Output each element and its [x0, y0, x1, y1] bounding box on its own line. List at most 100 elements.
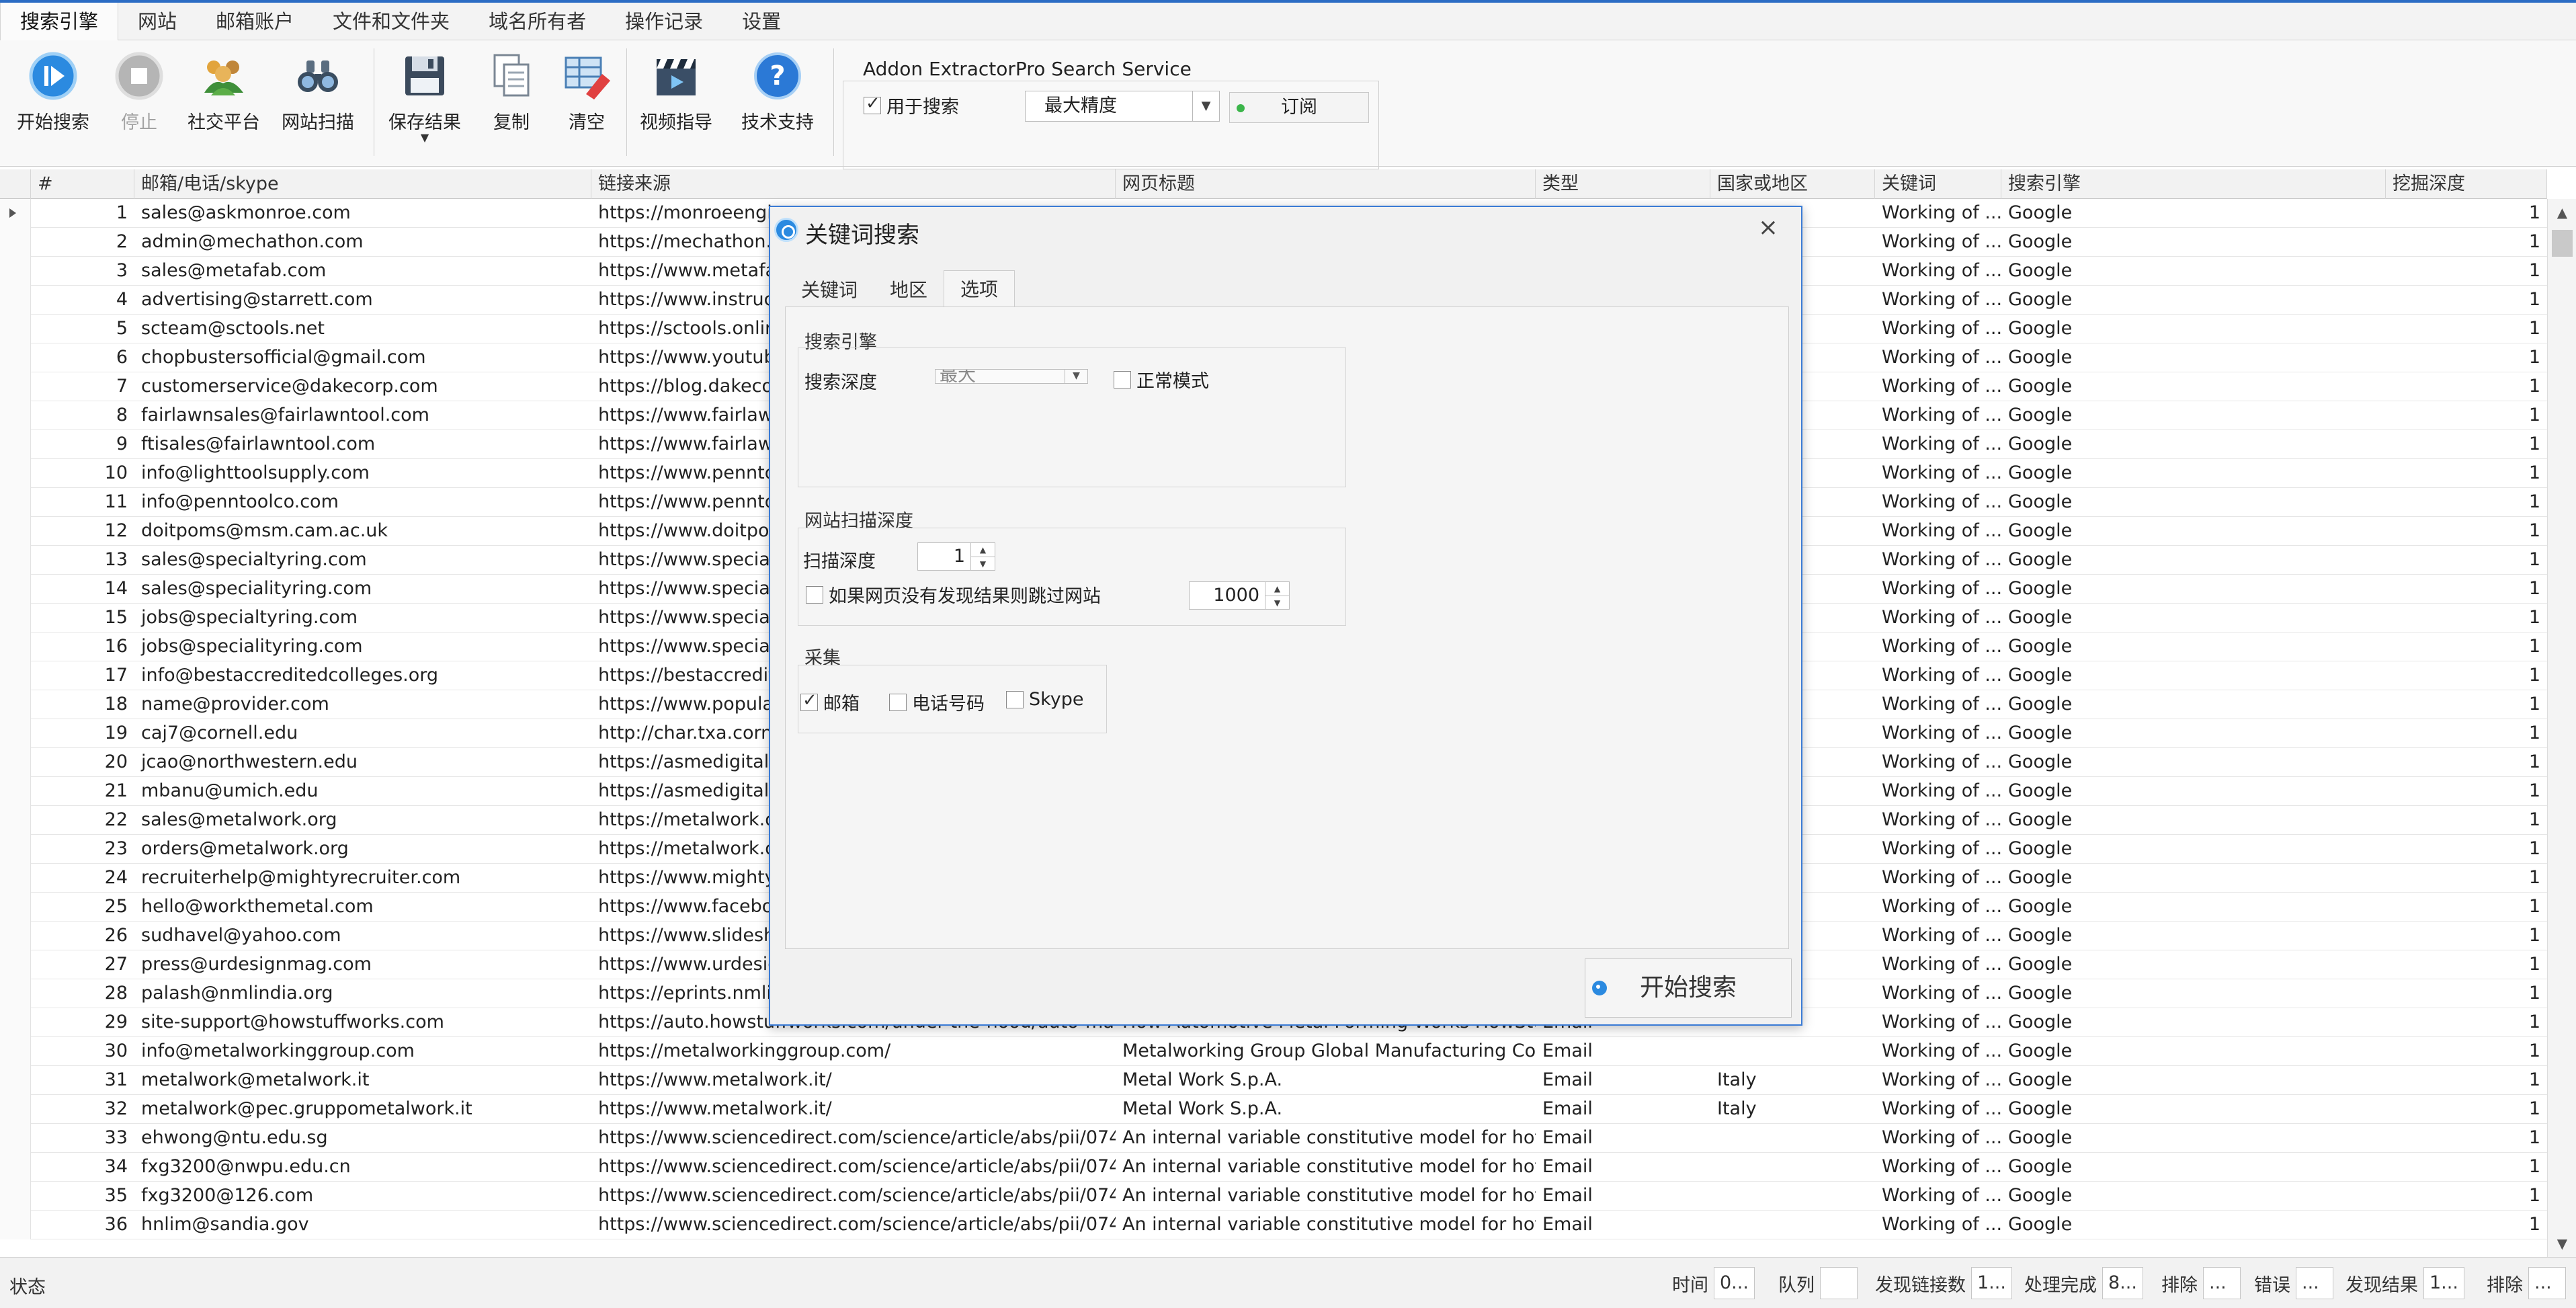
cell-index[interactable]: 27	[31, 950, 134, 979]
cell-depth[interactable]: 1	[2386, 864, 2547, 893]
table-row[interactable]: 35 fxg3200@126.com https://www.sciencedire…	[0, 1182, 2547, 1211]
row-selector[interactable]	[0, 690, 31, 719]
cell-depth[interactable]: 1	[2386, 893, 2547, 922]
start-search-button[interactable]: 开始搜索	[12, 51, 94, 134]
cell-email[interactable]: jcao@northwestern.edu	[134, 748, 591, 777]
cell-index[interactable]: 1	[31, 199, 134, 228]
col-keyword[interactable]: 关键词	[1875, 169, 2001, 199]
row-selector[interactable]	[0, 1037, 31, 1066]
cell-depth[interactable]: 1	[2386, 430, 2547, 459]
social-platform-button[interactable]: 社交平台	[183, 51, 265, 134]
cell-depth[interactable]: 1	[2386, 343, 2547, 372]
cell-depth[interactable]: 1	[2386, 1182, 2547, 1211]
cell-type[interactable]: Email	[1536, 1211, 1710, 1239]
cell-page-title[interactable]: An internal variable constitutive model …	[1116, 1211, 1536, 1239]
search-depth-select[interactable]: 最大 ▼	[935, 369, 1088, 384]
cell-engine[interactable]: Google	[2001, 517, 2386, 546]
row-selector[interactable]	[0, 430, 31, 459]
col-engine[interactable]: 搜索引擎	[2001, 169, 2386, 199]
cell-engine[interactable]: Google	[2001, 950, 2386, 979]
cell-engine[interactable]: Google	[2001, 1124, 2386, 1153]
cell-depth[interactable]: 1	[2386, 632, 2547, 661]
cell-engine[interactable]: Google	[2001, 1211, 2386, 1239]
row-selector[interactable]	[0, 835, 31, 864]
cell-email[interactable]: mbanu@umich.edu	[134, 777, 591, 806]
cell-email[interactable]: orders@metalwork.org	[134, 835, 591, 864]
row-selector[interactable]	[0, 604, 31, 632]
cell-keyword[interactable]: Working of ...	[1875, 228, 2001, 257]
cell-keyword[interactable]: Working of ...	[1875, 401, 2001, 430]
collect-phone-checkbox[interactable]: 电话号码	[889, 689, 985, 715]
cell-type[interactable]: Email	[1536, 1095, 1710, 1124]
cell-keyword[interactable]: Working of ...	[1875, 661, 2001, 690]
cell-depth[interactable]: 1	[2386, 372, 2547, 401]
tab-website[interactable]: 网站	[118, 3, 196, 40]
tab-region[interactable]: 地区	[874, 273, 944, 308]
cell-country[interactable]	[1710, 1037, 1875, 1066]
cell-email[interactable]: name@provider.com	[134, 690, 591, 719]
cell-type[interactable]: Email	[1536, 1066, 1710, 1095]
cell-depth[interactable]: 1	[2386, 950, 2547, 979]
checkbox-unchecked[interactable]	[1114, 370, 1131, 389]
cell-keyword[interactable]: Working of ...	[1875, 719, 2001, 748]
cell-index[interactable]: 25	[31, 893, 134, 922]
cell-index[interactable]: 24	[31, 864, 134, 893]
cell-engine[interactable]: Google	[2001, 228, 2386, 257]
cell-index[interactable]: 26	[31, 922, 134, 950]
cell-engine[interactable]: Google	[2001, 1037, 2386, 1066]
cell-email[interactable]: hello@workthemetal.com	[134, 893, 591, 922]
cell-email[interactable]: sudhavel@yahoo.com	[134, 922, 591, 950]
cell-source[interactable]: https://metalworkinggroup.com/	[591, 1037, 1116, 1066]
cell-keyword[interactable]: Working of ...	[1875, 488, 2001, 517]
video-guide-button[interactable]: 视频指导	[636, 51, 716, 134]
stepper-arrows[interactable]: ▲ ▼	[1265, 582, 1289, 609]
cell-keyword[interactable]: Working of ...	[1875, 748, 2001, 777]
tab-operation-log[interactable]: 操作记录	[606, 3, 722, 40]
cell-keyword[interactable]: Working of ...	[1875, 893, 2001, 922]
row-selector[interactable]	[0, 632, 31, 661]
cell-depth[interactable]: 1	[2386, 1124, 2547, 1153]
cell-engine[interactable]: Google	[2001, 661, 2386, 690]
cell-email[interactable]: palash@nmlindia.org	[134, 979, 591, 1008]
cell-index[interactable]: 16	[31, 632, 134, 661]
cell-index[interactable]: 7	[31, 372, 134, 401]
cell-keyword[interactable]: Working of ...	[1875, 343, 2001, 372]
cell-email[interactable]: fxg3200@126.com	[134, 1182, 591, 1211]
cell-depth[interactable]: 1	[2386, 199, 2547, 228]
cell-engine[interactable]: Google	[2001, 401, 2386, 430]
cell-depth[interactable]: 1	[2386, 459, 2547, 488]
row-selector[interactable]	[0, 864, 31, 893]
scroll-up-icon[interactable]: ▲	[2548, 199, 2576, 226]
cell-keyword[interactable]: Working of ...	[1875, 806, 2001, 835]
cell-page-title[interactable]: An internal variable constitutive model …	[1116, 1124, 1536, 1153]
cell-source[interactable]: https://www.sciencedirect.com/science/ar…	[591, 1211, 1116, 1239]
precision-select[interactable]: 最大精度 ▼	[1025, 91, 1220, 122]
table-row[interactable]: 36 hnlim@sandia.gov https://www.sciencedir…	[0, 1211, 2547, 1239]
col-type[interactable]: 类型	[1536, 169, 1710, 199]
dialog-title-bar[interactable]: 关键词搜索 ×	[770, 207, 1801, 254]
cell-email[interactable]: admin@mechathon.com	[134, 228, 591, 257]
cell-index[interactable]: 5	[31, 315, 134, 343]
cell-keyword[interactable]: Working of ...	[1875, 546, 2001, 575]
cell-index[interactable]: 8	[31, 401, 134, 430]
cell-email[interactable]: sales@metalwork.org	[134, 806, 591, 835]
cell-index[interactable]: 23	[31, 835, 134, 864]
cell-index[interactable]: 13	[31, 546, 134, 575]
cell-depth[interactable]: 1	[2386, 315, 2547, 343]
tab-settings[interactable]: 设置	[722, 3, 800, 40]
cell-depth[interactable]: 1	[2386, 286, 2547, 315]
checkbox-unchecked[interactable]	[1006, 690, 1024, 708]
cell-email[interactable]: info@bestaccreditedcolleges.org	[134, 661, 591, 690]
cell-depth[interactable]: 1	[2386, 1008, 2547, 1037]
cell-keyword[interactable]: Working of ...	[1875, 372, 2001, 401]
stepper-down-icon[interactable]: ▼	[971, 557, 995, 570]
cell-email[interactable]: info@lighttoolsupply.com	[134, 459, 591, 488]
cell-keyword[interactable]: Working of ...	[1875, 864, 2001, 893]
tab-keywords[interactable]: 关键词	[785, 273, 874, 308]
cell-index[interactable]: 35	[31, 1182, 134, 1211]
website-scan-button[interactable]: 网站扫描	[274, 51, 362, 134]
tech-support-button[interactable]: ? 技术支持	[733, 51, 823, 134]
tab-domain-owner[interactable]: 域名所有者	[469, 3, 606, 40]
cell-page-title[interactable]: An internal variable constitutive model …	[1116, 1153, 1536, 1182]
col-country[interactable]: 国家或地区	[1710, 169, 1875, 199]
